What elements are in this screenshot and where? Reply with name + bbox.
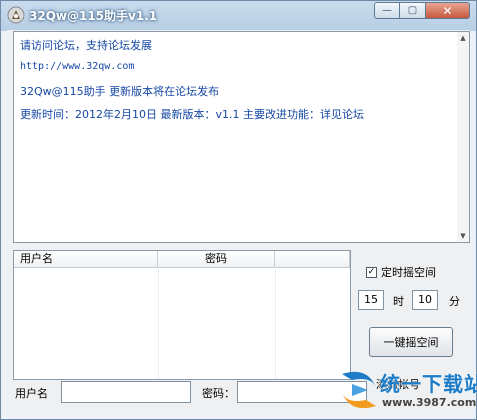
- column-divider: [275, 267, 276, 379]
- check-mark-icon: ✓: [367, 266, 376, 277]
- minute-label: 分: [449, 295, 460, 308]
- caption-buttons: — ▢ ✕: [374, 2, 470, 20]
- maximize-icon: ▢: [407, 5, 418, 16]
- watermark-logo-icon: [342, 371, 376, 409]
- close-icon: ✕: [442, 3, 453, 18]
- info-line-url[interactable]: http://www.32qw.com: [20, 61, 134, 72]
- one-click-shake-button[interactable]: 一键摇空间: [369, 327, 453, 357]
- timer-checkbox-label: 定时摇空间: [381, 266, 436, 279]
- window-title: 32Qw@115助手v1.1: [29, 9, 158, 23]
- info-line-update-notice: 32Qw@115助手 更新版本将在论坛发布: [20, 85, 220, 98]
- app-window: 32Qw@115助手v1.1 — ▢ ✕ 请访问论坛，支持论坛发展 http:/…: [0, 0, 477, 420]
- app-logo-icon: [7, 6, 25, 24]
- watermark-text: 统一下载站: [380, 372, 477, 396]
- title-bar[interactable]: 32Qw@115助手v1.1 — ▢ ✕: [1, 1, 476, 29]
- minimize-button[interactable]: —: [374, 2, 400, 19]
- timer-checkbox-row[interactable]: ✓ 定时摇空间: [366, 264, 436, 280]
- maximize-button[interactable]: ▢: [400, 2, 426, 19]
- site-watermark: 统一下载站 www.3987.com: [332, 366, 477, 416]
- scroll-down-icon[interactable]: ▼: [457, 230, 469, 242]
- minute-input[interactable]: 10: [412, 290, 438, 310]
- column-header-username[interactable]: 用户名: [14, 251, 158, 267]
- username-input[interactable]: [61, 381, 191, 403]
- timer-checkbox[interactable]: ✓: [366, 266, 377, 278]
- info-pane[interactable]: 请访问论坛，支持论坛发展 http://www.32qw.com 32Qw@11…: [13, 31, 470, 243]
- hour-label: 时: [393, 295, 404, 308]
- close-button[interactable]: ✕: [426, 2, 470, 19]
- info-scrollbar[interactable]: ▲ ▼: [457, 32, 469, 242]
- password-label: 密码：: [202, 387, 235, 400]
- scroll-up-icon[interactable]: ▲: [457, 32, 469, 44]
- info-line-version: 更新时间：2012年2月10日 最新版本：v1.1 主要改进功能：详见论坛: [20, 108, 364, 121]
- column-divider: [158, 267, 159, 379]
- column-header-extra[interactable]: [275, 251, 350, 267]
- watermark-url: www.3987.com: [382, 396, 477, 409]
- username-label: 用户名: [15, 387, 48, 400]
- table-header: 用户名 密码: [14, 251, 350, 268]
- hour-input[interactable]: 15: [358, 290, 384, 310]
- info-line-forum: 请访问论坛，支持论坛发展: [20, 39, 152, 52]
- client-area: 请访问论坛，支持论坛发展 http://www.32qw.com 32Qw@11…: [7, 30, 470, 415]
- account-table[interactable]: 用户名 密码: [13, 250, 351, 380]
- column-header-password[interactable]: 密码: [158, 251, 275, 267]
- minimize-icon: —: [382, 5, 392, 16]
